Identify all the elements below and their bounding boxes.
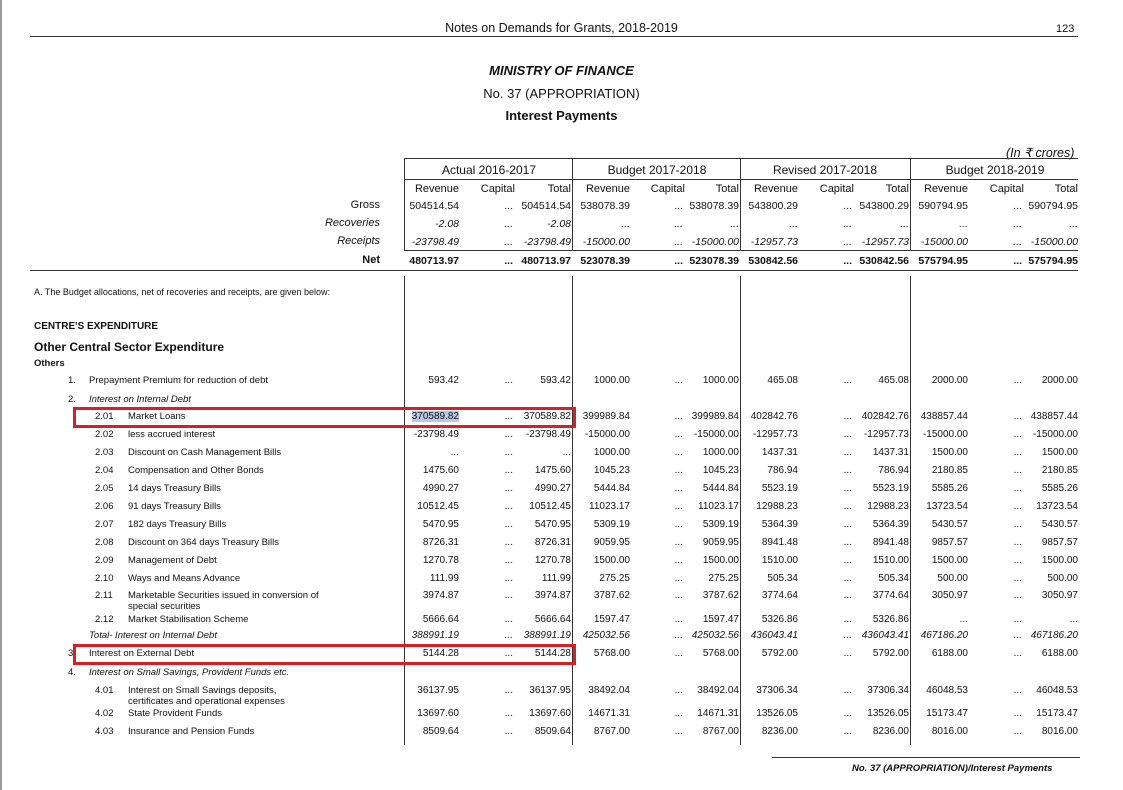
row-label: Interest on Small Savings deposits, (128, 685, 277, 696)
row-value: 438857.44 (1030, 411, 1078, 422)
ministry-title: MINISTRY OF FINANCE (489, 63, 634, 78)
row-value: 5430.57 (1041, 519, 1078, 530)
row-label: Management of Debt (128, 555, 217, 566)
summary-label: Recoveries (324, 217, 380, 229)
row-label: Discount on 364 days Treasury Bills (128, 537, 280, 548)
subheader-capital: Capital (989, 183, 1024, 195)
header-rule (30, 36, 1078, 37)
row-value: 13723.54 (1036, 501, 1078, 512)
row-label: 182 days Treasury Bills (128, 519, 227, 530)
summary-bottom-rule (30, 270, 1078, 271)
row-label: Discount on Cash Management Bills (128, 447, 282, 458)
row-label-continued: certificates and operational expenses (128, 696, 285, 707)
external-debt-highlight (73, 644, 576, 665)
net-rule (404, 250, 1078, 251)
page-number: 123 (1056, 23, 1075, 35)
column-group-header: Revised 2017-2018 (772, 163, 878, 177)
summary-value: 590794.95 (1028, 200, 1078, 212)
summary-label: Net (362, 254, 380, 266)
subheader-revenue: Revenue (585, 183, 630, 195)
summary-label: Gross (350, 199, 380, 211)
others-heading: Others (34, 358, 65, 369)
summary-value: 575794.95 (1028, 255, 1078, 267)
footer-text: No. 37 (APPROPRIATION)/Interest Payments (852, 763, 1053, 774)
subheader-capital: Capital (480, 183, 515, 195)
subheader-capital: Capital (650, 183, 685, 195)
subheader-total: Total (1054, 183, 1078, 195)
row-number: 2.10 (95, 573, 114, 584)
row-label: Prepayment Premium for reduction of debt (89, 375, 269, 386)
row-number: 4.03 (95, 726, 114, 737)
row-number: 2.09 (95, 555, 114, 566)
column-group-header: Budget 2017-2018 (607, 163, 707, 177)
row-value: -15000.00 (1032, 429, 1078, 440)
running-header-title: Notes on Demands for Grants, 2018-2019 (445, 21, 678, 35)
summary-value: -15000.00 (1030, 236, 1078, 248)
row-label: 14 days Treasury Bills (128, 483, 221, 494)
row-label: Insurance and Pension Funds (128, 726, 255, 737)
row-label: 91 days Treasury Bills (128, 501, 221, 512)
table-top-rule (404, 158, 1078, 159)
row-label: Ways and Means Advance (128, 573, 241, 584)
row-value: 6188.00 (1041, 648, 1078, 659)
row-value: 500.00 (1047, 573, 1078, 584)
row-value: 2180.85 (1041, 465, 1078, 476)
allocation-note: A. The Budget allocations, net of recove… (34, 287, 331, 297)
row-number: 4.01 (95, 685, 114, 696)
row-number: 2.12 (95, 614, 114, 625)
subheader-revenue: Revenue (414, 183, 459, 195)
row-label: Interest on Internal Debt (89, 394, 191, 405)
row-number: 1. (68, 375, 76, 386)
row-value: 1500.00 (1041, 555, 1078, 566)
row-number: 4. (68, 667, 76, 678)
row-label: Interest on Small Savings, Provident Fun… (89, 667, 290, 678)
centre-expenditure-heading: CENTRE'S EXPENDITURE (34, 321, 159, 332)
table-header-rule (404, 179, 1078, 180)
document-subtitle: Interest Payments (505, 108, 618, 123)
row-value: 8016.00 (1041, 726, 1078, 737)
subheader-revenue: Revenue (923, 183, 968, 195)
row-label: Compensation and Other Bonds (128, 465, 264, 476)
demand-number: No. 37 (APPROPRIATION) (483, 86, 640, 101)
column-group-header: Actual 2016-2017 (441, 163, 537, 177)
row-value: 1500.00 (1041, 447, 1078, 458)
row-number: 2.03 (95, 447, 114, 458)
row-value: 467186.20 (1030, 630, 1078, 641)
row-value: ... (1069, 614, 1078, 625)
subheader-total: Total (715, 183, 739, 195)
row-value: 9857.57 (1041, 537, 1078, 548)
row-label: Marketable Securities issued in conversi… (128, 590, 319, 601)
subheader-revenue: Revenue (753, 183, 798, 195)
row-number: 2.06 (95, 501, 114, 512)
row-value: 3050.97 (1041, 590, 1078, 601)
row-label: Total- Interest on Internal Debt (89, 630, 217, 641)
column-group-header: Budget 2018-2019 (945, 163, 1045, 177)
row-number: 4.02 (95, 708, 114, 719)
other-central-heading: Other Central Sector Expenditure (34, 340, 225, 354)
row-number: 2.04 (95, 465, 114, 476)
summary-value: ... (1069, 218, 1078, 230)
row-number: 2.02 (95, 429, 114, 440)
row-number: 2.07 (95, 519, 114, 530)
row-label: Market Stabilisation Scheme (128, 614, 249, 625)
market-loans-highlight (73, 407, 576, 428)
row-value: 46048.53 (1036, 685, 1078, 696)
row-number: 2.08 (95, 537, 114, 548)
row-label: less accrued interest (128, 429, 216, 440)
row-value: 2000.00 (1041, 375, 1078, 386)
summary-label: Receipts (337, 235, 380, 247)
row-label: State Provident Funds (128, 708, 222, 719)
subheader-total: Total (547, 183, 571, 195)
row-number: 2. (68, 394, 76, 405)
subheader-total: Total (885, 183, 909, 195)
subheader-capital: Capital (819, 183, 854, 195)
footer-rule (772, 757, 1080, 758)
row-number: 2.11 (95, 590, 113, 601)
row-number: 2.05 (95, 483, 114, 494)
row-value: 15173.47 (1036, 708, 1078, 719)
row-value: 5585.26 (1041, 483, 1078, 494)
row-label-continued: special securities (128, 601, 201, 612)
